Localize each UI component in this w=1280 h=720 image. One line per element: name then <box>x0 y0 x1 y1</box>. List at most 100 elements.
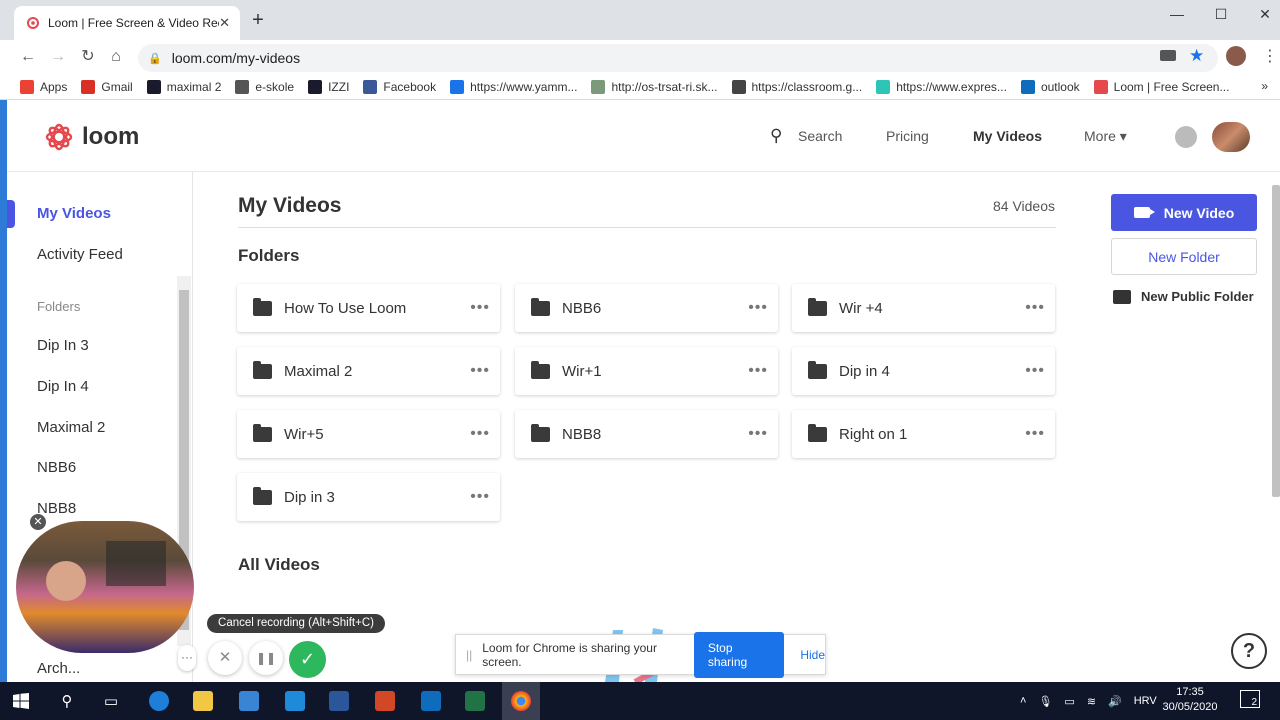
camera-in-use-icon[interactable] <box>1160 50 1176 61</box>
folder-card[interactable]: Dip in 3 ••• <box>237 473 500 521</box>
browser-menu-icon[interactable]: ⋮ <box>1262 46 1278 66</box>
new-tab-button[interactable]: + <box>248 10 268 30</box>
bookmark-item[interactable]: outlook <box>1020 79 1080 94</box>
folder-menu-icon[interactable]: ••• <box>1025 362 1045 380</box>
wifi-icon[interactable]: ≋ <box>1087 695 1096 708</box>
bookmark-item[interactable]: IZZI <box>308 79 349 94</box>
folder-menu-icon[interactable]: ••• <box>470 488 490 506</box>
nav-pricing[interactable]: Pricing <box>886 128 929 144</box>
notifications-bell-icon[interactable] <box>1175 126 1197 148</box>
folder-menu-icon[interactable]: ••• <box>748 425 768 443</box>
maximize-button[interactable]: ☐ <box>1210 4 1232 24</box>
user-avatar[interactable] <box>1212 122 1250 152</box>
help-button[interactable]: ? <box>1231 633 1267 669</box>
folder-card[interactable]: NBB6 ••• <box>515 284 778 332</box>
bookmark-item[interactable]: https://classroom.g... <box>731 79 862 94</box>
edge-icon[interactable] <box>140 682 178 720</box>
task-view-icon[interactable]: ▭ <box>92 682 130 720</box>
page-scrollbar[interactable] <box>1272 185 1280 497</box>
webcam-bubble[interactable] <box>16 521 194 653</box>
address-bar[interactable]: 🔒 loom.com/my-videos <box>138 44 1218 72</box>
powerpoint-icon[interactable] <box>366 682 404 720</box>
nav-more[interactable]: More ▾ <box>1084 128 1127 145</box>
bookmark-item[interactable]: https://www.expres... <box>876 79 1007 94</box>
folder-menu-icon[interactable]: ••• <box>470 362 490 380</box>
bookmark-star-icon[interactable]: ★ <box>1189 46 1204 66</box>
start-icon[interactable] <box>2 682 40 720</box>
bookmark-item[interactable]: https://www.yamm... <box>450 79 577 94</box>
reload-icon[interactable]: ↻ <box>78 47 98 67</box>
folder-menu-icon[interactable]: ••• <box>748 299 768 317</box>
recorder-more-button[interactable]: ··· <box>178 645 196 671</box>
close-window-button[interactable]: ✕ <box>1254 4 1276 24</box>
browser-tab[interactable]: Loom | Free Screen & Video Reco ✕ <box>14 6 240 40</box>
excel-icon[interactable] <box>456 682 494 720</box>
new-public-folder-button[interactable]: New Public Folder <box>1113 289 1254 304</box>
battery-icon[interactable]: ▭ <box>1064 695 1074 708</box>
volume-icon[interactable]: 🔊 <box>1108 695 1122 708</box>
folder-card[interactable]: Wir+5 ••• <box>237 410 500 458</box>
new-video-button[interactable]: New Video <box>1111 194 1257 231</box>
action-center-icon[interactable]: 2 <box>1240 690 1260 708</box>
minimize-button[interactable]: — <box>1166 4 1188 24</box>
clock[interactable]: 17:35 30/05/2020 <box>1158 685 1222 715</box>
search-taskbar-icon[interactable]: ⚲ <box>48 682 86 720</box>
word-icon[interactable] <box>320 682 358 720</box>
bookmark-item[interactable]: maximal 2 <box>146 79 221 94</box>
language-indicator[interactable]: HRV <box>1134 695 1157 707</box>
folder-menu-icon[interactable]: ••• <box>748 362 768 380</box>
folder-menu-icon[interactable]: ••• <box>1025 425 1045 443</box>
folder-card[interactable]: Right on 1 ••• <box>792 410 1055 458</box>
store-icon[interactable] <box>230 682 268 720</box>
bookmark-item[interactable]: http://os-trsat-ri.sk... <box>591 79 718 94</box>
cancel-recording-button[interactable]: ✕ <box>208 641 242 675</box>
chrome-icon[interactable] <box>502 682 540 720</box>
folder-menu-icon[interactable]: ••• <box>470 425 490 443</box>
folder-menu-icon[interactable]: ••• <box>1025 299 1045 317</box>
folder-menu-icon[interactable]: ••• <box>470 299 490 317</box>
folder-card[interactable]: NBB8 ••• <box>515 410 778 458</box>
lock-icon: 🔒 <box>148 52 162 65</box>
search-icon[interactable]: ⚲ <box>770 126 782 146</box>
sidebar-item-my-videos[interactable]: My Videos <box>37 205 111 222</box>
loom-logo[interactable]: loom <box>44 122 139 152</box>
close-webcam-icon[interactable]: ✕ <box>30 514 46 530</box>
folder-card[interactable]: How To Use Loom ••• <box>237 284 500 332</box>
bookmark-item[interactable]: Apps <box>20 79 67 94</box>
drag-handle-icon[interactable]: || <box>466 648 472 662</box>
sidebar-folder[interactable]: Dip In 4 <box>37 378 89 395</box>
outlook-icon[interactable] <box>412 682 450 720</box>
stop-sharing-button[interactable]: Stop sharing <box>693 631 785 678</box>
forward-icon[interactable]: → <box>48 47 68 67</box>
mail-icon[interactable] <box>276 682 314 720</box>
back-icon[interactable]: ← <box>18 47 38 67</box>
hide-button[interactable]: Hide <box>800 648 825 662</box>
sidebar-folder[interactable]: Dip In 3 <box>37 337 89 354</box>
folder-card[interactable]: Wir+1 ••• <box>515 347 778 395</box>
bookmark-item[interactable]: Facebook <box>363 79 436 94</box>
finish-recording-button[interactable]: ✓ <box>289 641 326 678</box>
file-explorer-icon[interactable] <box>184 682 222 720</box>
sidebar-folder[interactable]: NBB6 <box>37 459 76 476</box>
new-folder-button[interactable]: New Folder <box>1111 238 1257 275</box>
bookmark-item[interactable]: e-skole <box>235 79 294 94</box>
more-bookmarks-icon[interactable]: » <box>1261 79 1268 93</box>
sidebar-item-activity-feed[interactable]: Activity Feed <box>37 246 123 263</box>
sidebar-folder[interactable]: Maximal 2 <box>37 419 105 436</box>
pause-recording-button[interactable]: ❚❚ <box>249 641 283 675</box>
nav-my-videos[interactable]: My Videos <box>973 128 1042 144</box>
folder-card[interactable]: Wir +4 ••• <box>792 284 1055 332</box>
microphone-icon[interactable]: 🎙 <box>1038 695 1052 708</box>
bookmark-item[interactable]: Loom | Free Screen... <box>1093 79 1229 94</box>
home-icon[interactable]: ⌂ <box>106 47 126 67</box>
show-hidden-icons-icon[interactable]: ˄ <box>1020 695 1026 707</box>
sidebar-folder[interactable]: NBB8 <box>37 500 76 517</box>
nav-search[interactable]: Search <box>798 128 842 144</box>
folder-card[interactable]: Dip in 4 ••• <box>792 347 1055 395</box>
folder-name: Right on 1 <box>839 425 908 443</box>
tab-close-icon[interactable]: ✕ <box>219 15 230 31</box>
bookmark-item[interactable]: Gmail <box>81 79 133 94</box>
folder-card[interactable]: Maximal 2 ••• <box>237 347 500 395</box>
profile-avatar[interactable] <box>1226 46 1246 66</box>
sidebar-item-archive[interactable]: Arch... <box>37 660 80 677</box>
